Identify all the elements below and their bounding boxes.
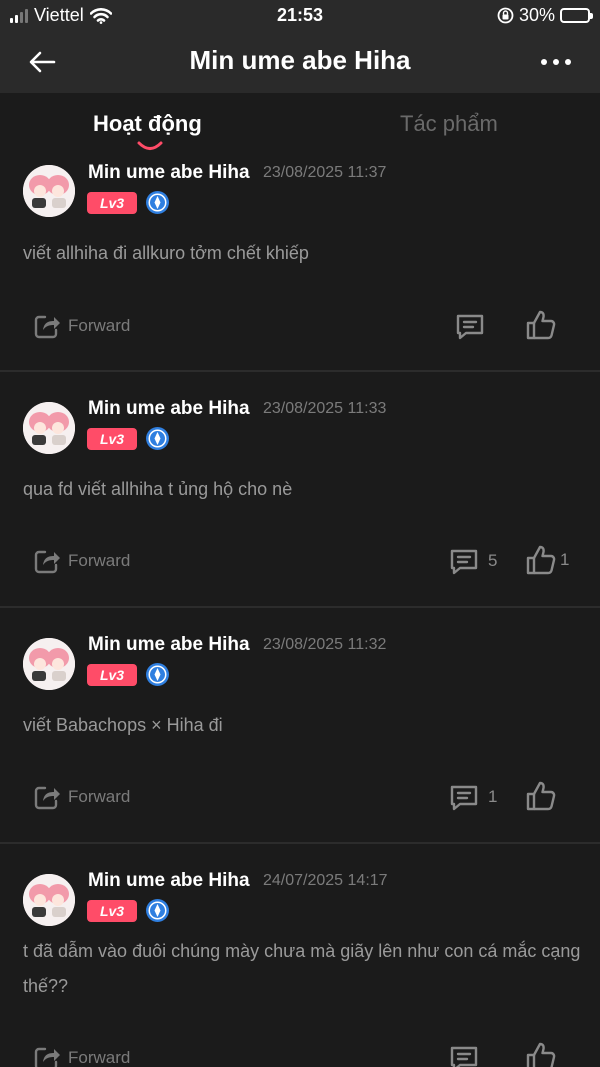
thumbs-up-icon [526, 781, 556, 811]
back-arrow-icon[interactable] [26, 46, 58, 78]
post-actions: Forward 1 [0, 777, 600, 817]
forward-label: Forward [68, 1048, 131, 1067]
forward-button[interactable]: Forward [32, 1043, 130, 1067]
vip-badge-icon [146, 191, 169, 214]
like-button[interactable] [524, 779, 560, 813]
comment-button[interactable]: 1 [448, 782, 497, 812]
comment-count: 1 [488, 787, 498, 806]
post-item: Min ume abe Hiha 24/07/2025 14:17 Lv3 t … [0, 844, 600, 1067]
forward-label: Forward [68, 787, 131, 806]
comment-icon [456, 314, 484, 340]
comment-icon [450, 549, 478, 575]
vip-badge-icon [146, 899, 169, 922]
share-icon [34, 550, 60, 574]
post-timestamp: 23/08/2025 11:33 [263, 400, 387, 417]
post-item: Min ume abe Hiha 23/08/2025 11:33 Lv3 qu… [0, 372, 600, 608]
status-right: 30% [497, 5, 593, 26]
post-item: Min ume abe Hiha 23/08/2025 11:37 Lv3 vi… [0, 155, 600, 372]
tab-activity[interactable]: Hoạt động [93, 111, 202, 137]
post-item: Min ume abe Hiha 23/08/2025 11:32 Lv3 vi… [0, 608, 600, 844]
avatar[interactable] [23, 874, 75, 926]
post-text: qua fd viết allhiha t ủng hộ cho nè [23, 479, 293, 499]
level-badge: Lv3 [87, 428, 137, 450]
comment-button[interactable] [454, 311, 494, 341]
level-badge: Lv3 [87, 664, 137, 686]
tab-works[interactable]: Tác phẩm [400, 111, 498, 137]
post-timestamp: 23/08/2025 11:32 [263, 636, 387, 653]
battery-percent: 30% [518, 5, 555, 25]
avatar[interactable] [23, 402, 75, 454]
page-title: Min ume abe Hiha [189, 45, 411, 75]
post-text: viết Babachops × Hiha đi [23, 715, 223, 735]
like-button[interactable] [524, 308, 560, 342]
avatar[interactable] [23, 638, 75, 690]
forward-button[interactable]: Forward [32, 782, 130, 812]
post-timestamp: 23/08/2025 11:37 [263, 164, 387, 181]
comment-button[interactable]: 5 [448, 546, 497, 576]
thumbs-up-icon [526, 545, 556, 575]
post-text: t đã dẫm vào đuôi chúng mày chưa mà giãy… [23, 941, 581, 996]
level-badge: Lv3 [87, 192, 137, 214]
top-navigation-bar: Min ume abe Hiha [0, 30, 600, 93]
active-tab-indicator [137, 141, 163, 150]
activity-feed: Min ume abe Hiha 23/08/2025 11:37 Lv3 vi… [0, 155, 600, 1067]
comment-count: 5 [488, 551, 498, 570]
vip-badge-icon [146, 427, 169, 450]
post-actions: Forward [0, 306, 600, 346]
more-options-icon[interactable] [538, 50, 574, 74]
post-author[interactable]: Min ume abe Hiha [88, 870, 250, 892]
like-count: 1 [560, 550, 570, 569]
like-button[interactable]: 1 [524, 543, 569, 577]
share-icon [34, 786, 60, 810]
post-text: viết allhiha đi allkuro tởm chết khiếp [23, 243, 309, 263]
status-bar: Viettel 21:53 30% [0, 0, 600, 30]
post-actions: Forward [0, 1038, 600, 1067]
level-badge: Lv3 [87, 900, 137, 922]
orientation-lock-icon [497, 7, 514, 24]
forward-label: Forward [68, 551, 131, 570]
share-icon [34, 1047, 60, 1067]
share-icon [34, 315, 60, 339]
battery-icon [560, 8, 593, 23]
forward-label: Forward [68, 316, 131, 335]
post-author[interactable]: Min ume abe Hiha [88, 634, 250, 656]
thumbs-up-icon [526, 310, 556, 340]
forward-button[interactable]: Forward [32, 546, 130, 576]
vip-badge-icon [146, 663, 169, 686]
comment-icon [450, 1046, 478, 1067]
post-actions: Forward 5 1 [0, 541, 600, 581]
post-author[interactable]: Min ume abe Hiha [88, 162, 250, 184]
thumbs-up-icon [526, 1042, 556, 1067]
forward-button[interactable]: Forward [32, 311, 130, 341]
avatar[interactable] [23, 165, 75, 217]
comment-icon [450, 785, 478, 811]
comment-button[interactable] [448, 1043, 488, 1067]
post-author[interactable]: Min ume abe Hiha [88, 398, 250, 420]
like-button[interactable] [524, 1040, 560, 1067]
post-timestamp: 24/07/2025 14:17 [263, 872, 388, 889]
profile-tabs: Hoạt động Tác phẩm [0, 93, 600, 153]
